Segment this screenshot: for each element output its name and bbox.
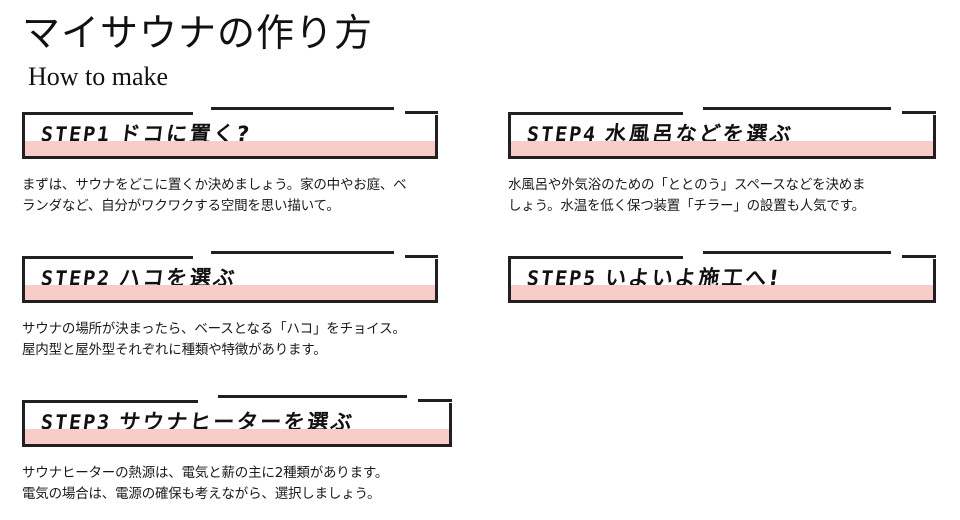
step-body-3: サウナヒーターの熱源は、電気と薪の主に2種類があります。 電気の場合は、電源の確…: [22, 463, 452, 505]
step-banner-4: STEP4 水風呂などを選ぶ: [508, 107, 936, 159]
step-body-4: 水風呂や外気浴のための「ととのう」スペースなどを決めま しょう。水温を低く保つ装…: [508, 175, 936, 217]
step-body-2-line-1: サウナの場所が決まったら、ベースとなる「ハコ」をチョイス。: [22, 321, 406, 337]
step-block-5: STEP5 いよいよ施工へ!: [508, 251, 936, 303]
step-body-1-line-1: まずは、サウナをどこに置くか決めましょう。家の中やお庭、ベ: [22, 177, 407, 193]
step-body-4-line-2: しょう。水温を低く保つ装置「チラー」の設置も人気です。: [508, 198, 865, 214]
step-block-3: STEP3 サウナヒーターを選ぶ サウナヒーターの熱源は、電気と薪の主に2種類があ…: [22, 395, 452, 505]
step-block-2: STEP2 ハコを選ぶ サウナの場所が決まったら、ベースとなる「ハコ」をチョイス。…: [22, 251, 438, 361]
step-block-1: STEP1 ドコに置く? まずは、サウナをどこに置くか決めましょう。家の中やお庭、…: [22, 107, 438, 217]
step-band-1: [25, 141, 435, 156]
step-body-1-line-2: ランダなど、自分がワクワクする空間を思い描いて。: [22, 198, 340, 214]
sketch-top-border-icon: [22, 394, 452, 406]
step-band-2: [25, 285, 435, 300]
step-banner-3: STEP3 サウナヒーターを選ぶ: [22, 395, 452, 447]
sketch-top-border-icon: [22, 250, 438, 262]
page-subtitle: How to make: [28, 62, 169, 91]
step-band-4: [511, 141, 933, 156]
step-body-2: サウナの場所が決まったら、ベースとなる「ハコ」をチョイス。 屋内型と屋外型それぞ…: [22, 319, 438, 361]
step-body-3-line-2: 電気の場合は、電源の確保も考えながら、選択しましょう。: [22, 486, 381, 502]
sketch-top-border-icon: [508, 250, 936, 262]
step-banner-5: STEP5 いよいよ施工へ!: [508, 251, 936, 303]
step-body-4-line-1: 水風呂や外気浴のための「ととのう」スペースなどを決めま: [508, 177, 866, 193]
step-body-1: まずは、サウナをどこに置くか決めましょう。家の中やお庭、ベ ランダなど、自分がワ…: [22, 175, 438, 217]
step-block-4: STEP4 水風呂などを選ぶ 水風呂や外気浴のための「ととのう」スペースなどを決め…: [508, 107, 936, 217]
step-banner-2: STEP2 ハコを選ぶ: [22, 251, 438, 303]
step-band-3: [25, 429, 449, 444]
step-body-2-line-2: 屋内型と屋外型それぞれに種類や特徴があります。: [22, 342, 327, 358]
step-banner-1: STEP1 ドコに置く?: [22, 107, 438, 159]
step-band-5: [511, 285, 933, 300]
step-body-3-line-1: サウナヒーターの熱源は、電気と薪の主に2種類があります。: [22, 465, 389, 481]
sketch-top-border-icon: [22, 106, 438, 118]
page-title: マイサウナの作り方: [22, 13, 374, 55]
sketch-top-border-icon: [508, 106, 936, 118]
